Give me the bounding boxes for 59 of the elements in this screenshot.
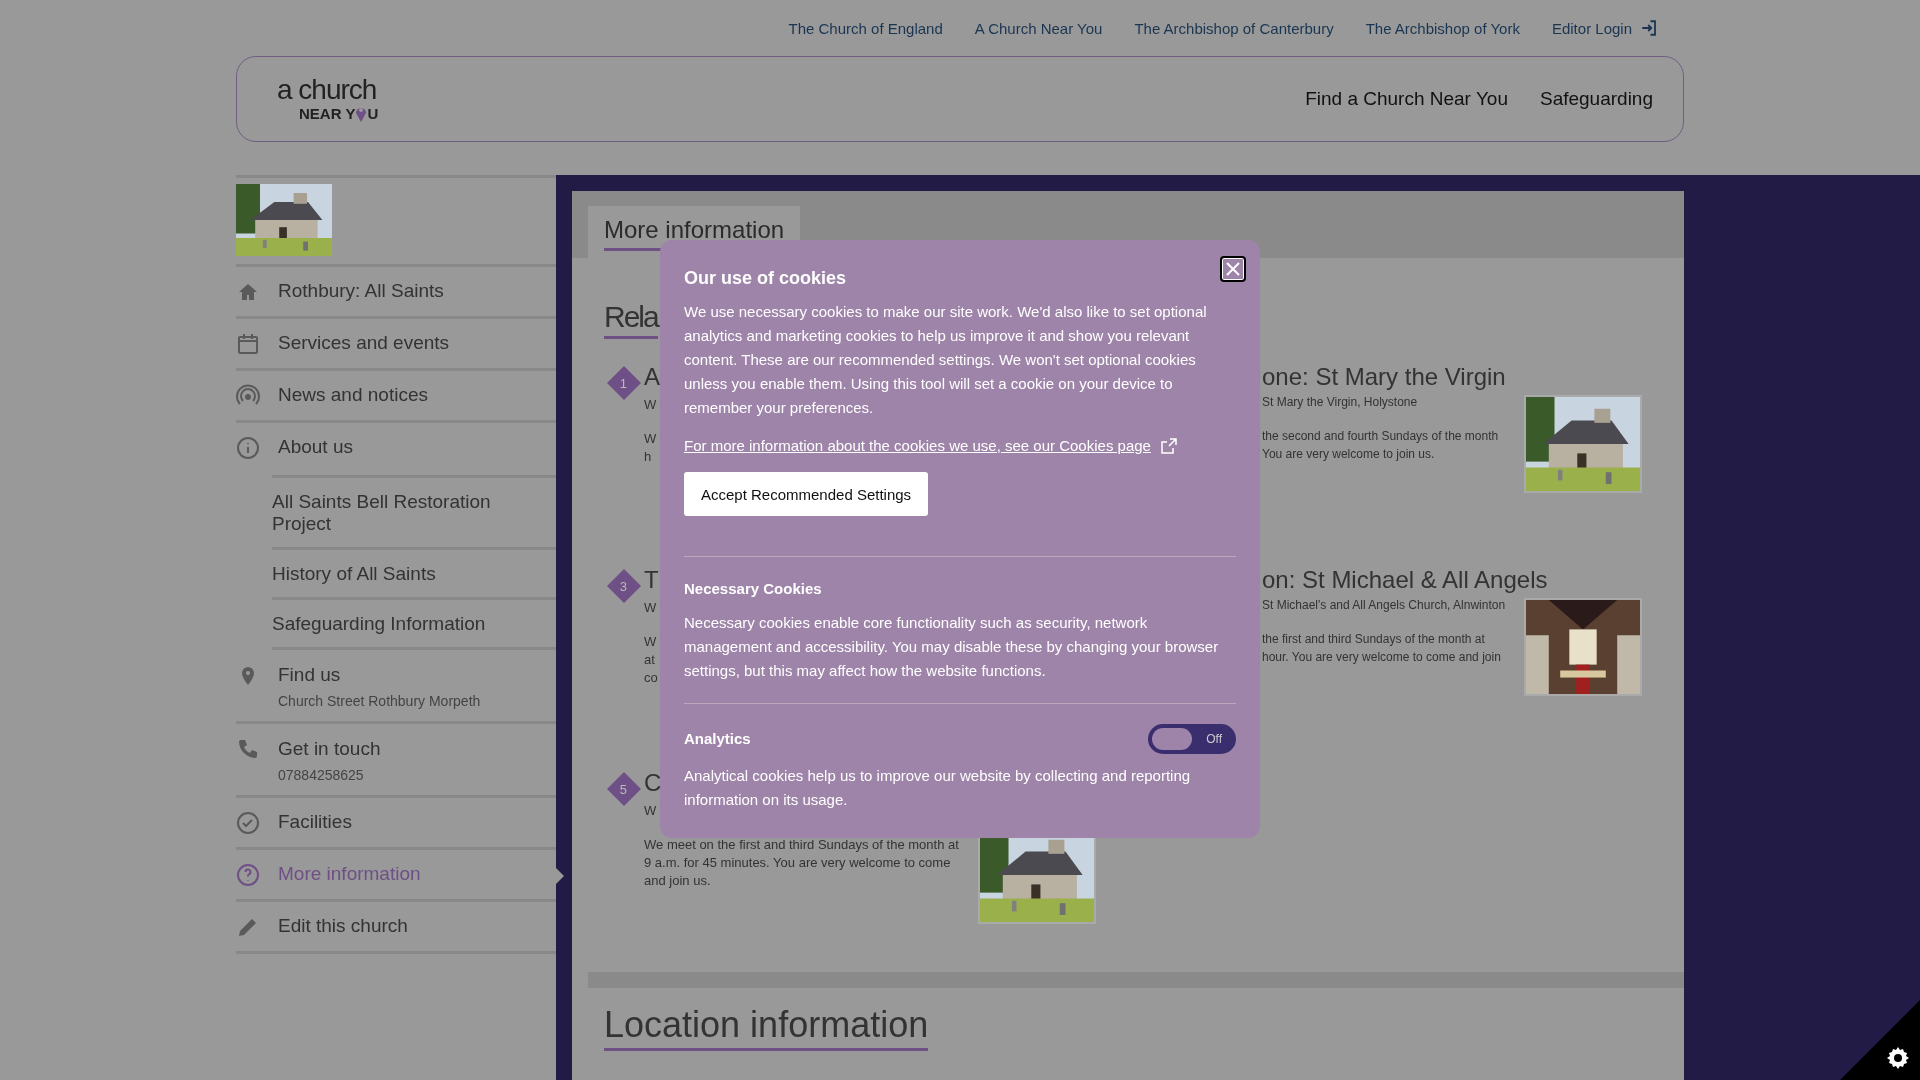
top-link[interactable]: Editor Login — [1551, 19, 1658, 37]
card-text: W — [644, 430, 657, 448]
number-badge: 1 — [607, 366, 641, 400]
dialog-text: We use necessary cookies to make our site work. We'd also like to set optional analytics and marketing cookies to help us improve it and show you relevant content. These are our recommended settings. We won't set optional cookies unless you enable them. Using this tool will set a cookie on your device to remember your preferences. — [684, 302, 1208, 418]
toggle-switch[interactable]: Off — [1148, 724, 1236, 754]
check-circle-icon — [236, 811, 260, 835]
number-badge: 5 — [607, 772, 641, 806]
card-title[interactable]: C — [644, 769, 662, 797]
item-label: Get in touch — [278, 737, 381, 761]
question-icon — [236, 863, 260, 887]
sidebar-item[interactable]: About us — [236, 423, 556, 475]
accept-button[interactable]: Accept Recommended Settings — [684, 472, 929, 516]
section-title: Necessary Cookies — [684, 579, 822, 599]
card-text: the second and fourth Sundays of the month — [1262, 428, 1500, 445]
number-badge: 3 — [607, 569, 641, 603]
nav-link[interactable]: Find a Church Near You — [1305, 88, 1508, 110]
card-text: We meet on the first and third Sundays of the month at 9 a.m. for 45 minutes. You are very welcome to come and join us. — [644, 836, 960, 890]
top-link[interactable]: The Archbishop of Canterbury — [1134, 19, 1334, 37]
section-heading: Rela — [604, 300, 658, 339]
card-title[interactable]: one: St Mary the Virgin — [1262, 363, 1668, 391]
logo-text: U — [367, 105, 379, 121]
cookie-settings-button[interactable] — [1840, 1000, 1920, 1080]
nav-link[interactable]: Safeguarding — [1539, 88, 1653, 110]
top-link[interactable]: A Church Near You — [974, 19, 1103, 37]
top-link[interactable]: The Church of England — [788, 19, 943, 37]
card-title[interactable]: A — [644, 363, 660, 391]
card-text: h — [644, 448, 652, 466]
card-text: the first and third Sundays of the month at — [1262, 631, 1486, 648]
close-icon — [1225, 261, 1241, 277]
item-detail: Church Street Rothbury Morpeth — [278, 693, 481, 709]
phone-icon — [236, 737, 260, 761]
item-detail: 07884258625 — [278, 767, 365, 783]
section-text: Analytical cookies help us to improve our website by collecting and reporting information on its usage. — [684, 766, 1192, 810]
card-meta: W — [644, 397, 657, 412]
card-meta: W — [644, 803, 657, 818]
logo-text: a church — [277, 76, 378, 104]
info-icon — [236, 436, 260, 460]
card-text: co — [644, 669, 658, 687]
card-text: at — [644, 651, 655, 669]
card-meta: St Michael's and All Angels Church, Alnwinton — [1262, 598, 1507, 612]
item-label: Find us — [278, 663, 342, 687]
card-text: You are very welcome to join us. — [1262, 446, 1436, 463]
card-meta: W — [644, 600, 657, 615]
card-title[interactable]: T — [644, 566, 659, 594]
card-meta: St Mary the Virgin, Holystone — [1262, 395, 1419, 409]
section-text: Necessary cookies enable core functionality such as security, network management and accessibility. You may disable these by changing your browser settings, but this may affect how the website functions. — [684, 613, 1220, 681]
top-link[interactable]: The Archbishop of York — [1365, 19, 1520, 37]
external-link-icon — [1160, 438, 1177, 454]
login-icon — [1640, 19, 1658, 37]
card-text: W — [644, 633, 657, 651]
calendar-icon — [236, 332, 260, 356]
close-button[interactable] — [1220, 256, 1246, 282]
card-title[interactable]: on: St Michael & All Angels — [1262, 566, 1668, 594]
dialog-title: Our use of cookies — [684, 267, 848, 290]
section-heading: Location information — [604, 1004, 929, 1051]
logo-text: NEAR Y — [299, 105, 356, 121]
cookies-link[interactable]: For more information about the cookies we use, see our Cookies page — [684, 434, 1177, 458]
section-title: Analytics — [684, 729, 751, 749]
card-text: hour. You are very welcome to come and join — [1262, 649, 1502, 666]
